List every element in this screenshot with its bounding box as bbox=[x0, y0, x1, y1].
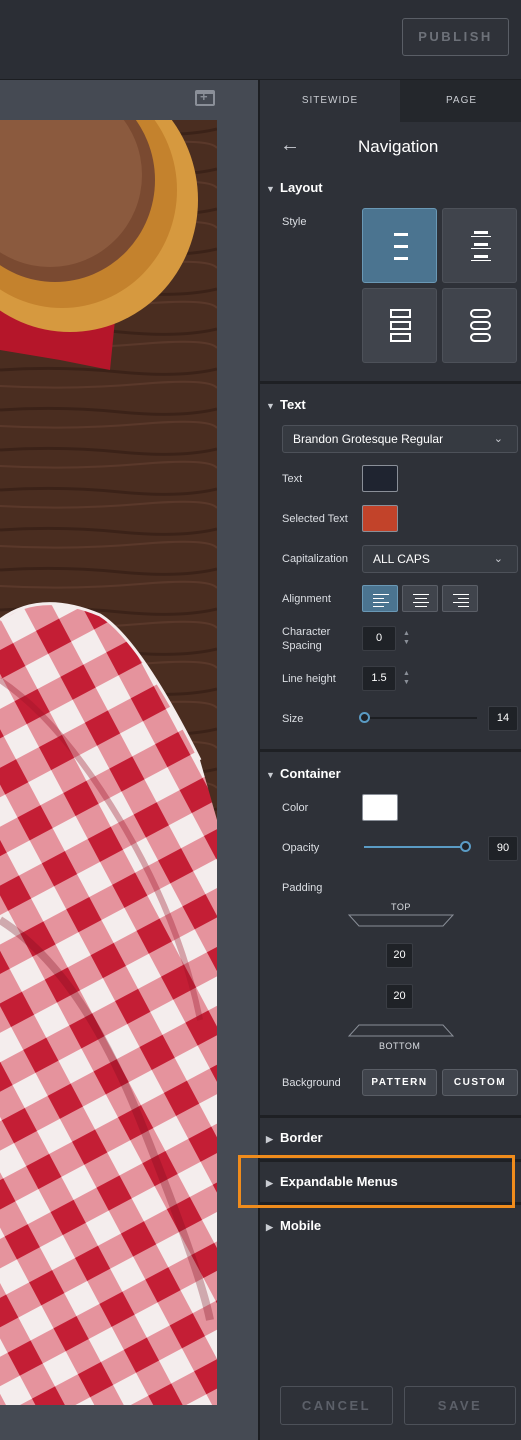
chevron-down-icon: ⌄ bbox=[493, 553, 503, 565]
text-color-label: Text bbox=[282, 473, 303, 485]
tab-sitewide[interactable]: SITEWIDE bbox=[260, 80, 400, 122]
size-slider[interactable] bbox=[364, 717, 477, 719]
cancel-button[interactable]: CANCEL bbox=[280, 1386, 393, 1425]
style-option-boxed[interactable] bbox=[362, 288, 437, 363]
arrow-left-icon[interactable]: ← bbox=[280, 134, 300, 157]
padding-top-shape bbox=[348, 914, 454, 927]
save-button[interactable]: SAVE bbox=[404, 1386, 516, 1425]
capitalization-value: ALL CAPS bbox=[373, 552, 430, 566]
top-toolbar: PUBLISH bbox=[0, 0, 521, 80]
padding-bottom-label: BOTTOM bbox=[379, 1041, 421, 1051]
container-color-swatch[interactable] bbox=[362, 794, 398, 821]
background-custom-button[interactable]: CUSTOM bbox=[442, 1069, 518, 1096]
section-layout-header[interactable]: ▼ Layout bbox=[266, 180, 323, 195]
highlight-outline bbox=[238, 1155, 515, 1208]
section-divider bbox=[260, 749, 521, 752]
style-label: Style bbox=[282, 216, 307, 228]
section-container-header[interactable]: ▼ Container bbox=[266, 766, 341, 781]
align-right-button[interactable] bbox=[442, 585, 478, 612]
padding-label: Padding bbox=[282, 882, 323, 894]
publish-button[interactable]: PUBLISH bbox=[402, 18, 509, 56]
section-divider bbox=[260, 1115, 521, 1118]
size-input[interactable]: 14 bbox=[488, 706, 518, 731]
triangle-right-icon: ▶ bbox=[266, 1134, 273, 1144]
font-select-value: Brandon Grotesque Regular bbox=[293, 432, 444, 446]
page-canvas bbox=[0, 80, 258, 1440]
triangle-down-icon: ▼ bbox=[266, 770, 275, 780]
align-left-button[interactable] bbox=[362, 585, 398, 612]
padding-bottom-input[interactable]: 20 bbox=[386, 984, 413, 1009]
settings-panel: SITEWIDE PAGE ← Navigation ▼ Layout Style bbox=[258, 80, 521, 1440]
section-text-label: Text bbox=[280, 397, 306, 412]
line-height-label: Line height bbox=[282, 673, 336, 685]
background-label: Background bbox=[282, 1077, 341, 1089]
section-container-label: Container bbox=[280, 766, 341, 781]
panel-header: ← Navigation bbox=[260, 130, 521, 164]
triangle-down-icon: ▼ bbox=[266, 401, 275, 411]
padding-bottom-shape bbox=[348, 1024, 454, 1037]
character-spacing-input[interactable]: 0 bbox=[362, 626, 396, 651]
section-border-header[interactable]: ▶ Border bbox=[266, 1130, 323, 1145]
boxed-style-icon bbox=[363, 289, 438, 364]
add-section-icon[interactable] bbox=[195, 89, 215, 106]
section-text-header[interactable]: ▼ Text bbox=[266, 397, 306, 412]
photo-illustration bbox=[0, 120, 217, 1405]
triangle-right-icon: ▶ bbox=[266, 1222, 273, 1232]
background-pattern-button[interactable]: PATTERN bbox=[362, 1069, 437, 1096]
underlined-style-icon bbox=[443, 209, 518, 284]
panel-tabs: SITEWIDE PAGE bbox=[260, 80, 521, 122]
lines-style-icon bbox=[363, 209, 438, 284]
capitalization-select[interactable]: ALL CAPS ⌄ bbox=[362, 545, 518, 573]
character-spacing-label: Character Spacing bbox=[282, 626, 331, 652]
align-center-button[interactable] bbox=[402, 585, 438, 612]
panel-title: Navigation bbox=[358, 137, 439, 156]
style-option-pills[interactable] bbox=[442, 288, 517, 363]
section-divider bbox=[260, 381, 521, 384]
style-option-underlined[interactable] bbox=[442, 208, 517, 283]
line-height-stepper[interactable]: ▲ ▼ bbox=[403, 669, 411, 687]
size-slider-handle[interactable] bbox=[359, 712, 370, 723]
size-label: Size bbox=[282, 713, 304, 725]
opacity-label: Opacity bbox=[282, 842, 320, 854]
triangle-down-icon: ▼ bbox=[266, 184, 275, 194]
opacity-slider-fill bbox=[364, 846, 464, 848]
pills-style-icon bbox=[443, 289, 518, 364]
style-option-lines[interactable] bbox=[362, 208, 437, 283]
selected-text-color-swatch[interactable] bbox=[362, 505, 398, 532]
section-mobile-label: Mobile bbox=[280, 1218, 322, 1233]
section-mobile-header[interactable]: ▶ Mobile bbox=[266, 1218, 321, 1233]
alignment-label: Alignment bbox=[282, 593, 331, 605]
capitalization-label: Capitalization bbox=[282, 553, 349, 565]
chevron-down-icon: ⌄ bbox=[493, 433, 503, 445]
section-layout-label: Layout bbox=[280, 180, 323, 195]
character-spacing-stepper[interactable]: ▲ ▼ bbox=[403, 629, 411, 647]
section-border-label: Border bbox=[280, 1130, 323, 1145]
font-select[interactable]: Brandon Grotesque Regular ⌄ bbox=[282, 425, 518, 453]
padding-top-label: TOP bbox=[391, 902, 411, 912]
text-color-swatch[interactable] bbox=[362, 465, 398, 492]
container-color-label: Color bbox=[282, 802, 309, 814]
opacity-slider-handle[interactable] bbox=[460, 841, 471, 852]
hero-photo bbox=[0, 120, 217, 1405]
selected-text-color-label: Selected Text bbox=[282, 513, 348, 525]
padding-top-input[interactable]: 20 bbox=[386, 943, 413, 968]
opacity-input[interactable]: 90 bbox=[488, 836, 518, 861]
tab-page[interactable]: PAGE bbox=[400, 80, 521, 122]
line-height-input[interactable]: 1.5 bbox=[362, 666, 396, 691]
